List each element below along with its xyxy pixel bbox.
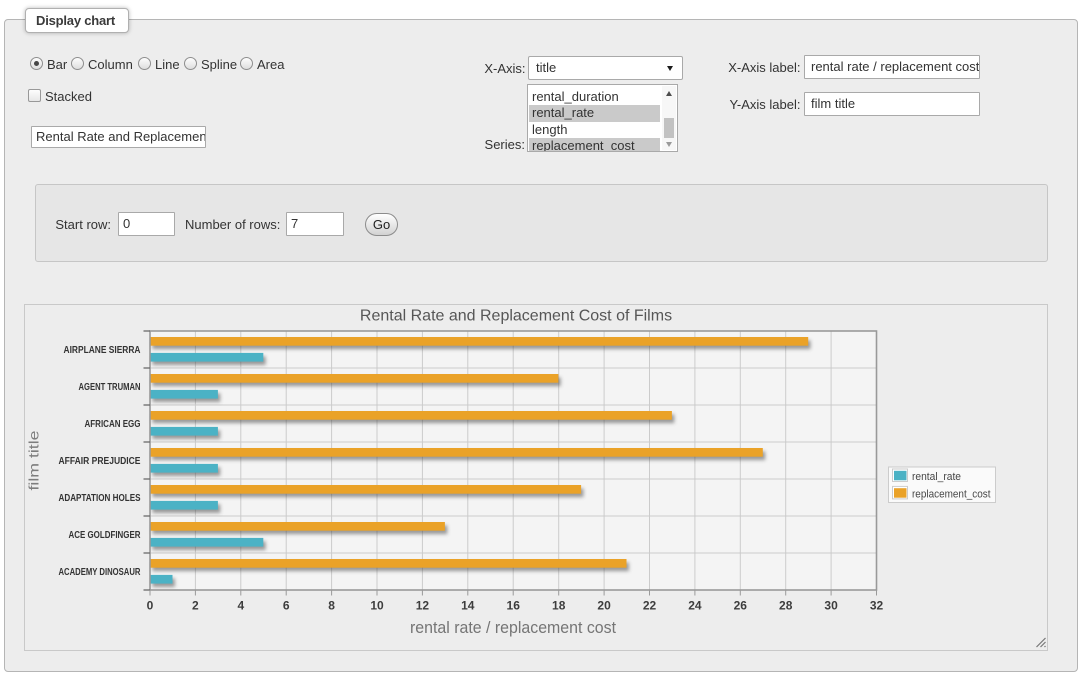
svg-text:22: 22 <box>643 599 657 613</box>
svg-text:ADAPTATION HOLES: ADAPTATION HOLES <box>59 493 141 504</box>
svg-text:film title: film title <box>26 430 42 490</box>
svg-text:AGENT TRUMAN: AGENT TRUMAN <box>79 382 141 393</box>
svg-text:14: 14 <box>461 599 475 613</box>
svg-text:rental_rate: rental_rate <box>912 471 961 483</box>
svg-text:AFRICAN EGG: AFRICAN EGG <box>85 419 141 430</box>
svg-text:18: 18 <box>552 599 566 613</box>
svg-text:28: 28 <box>779 599 793 613</box>
svg-text:ACADEMY DINOSAUR: ACADEMY DINOSAUR <box>59 567 142 578</box>
svg-text:8: 8 <box>328 599 335 613</box>
svg-text:ACE GOLDFINGER: ACE GOLDFINGER <box>69 530 142 541</box>
svg-text:10: 10 <box>370 599 384 613</box>
svg-text:30: 30 <box>824 599 838 613</box>
svg-text:4: 4 <box>237 599 244 613</box>
svg-text:0: 0 <box>147 599 154 613</box>
svg-text:6: 6 <box>283 599 290 613</box>
svg-text:AFFAIR PREJUDICE: AFFAIR PREJUDICE <box>59 456 141 467</box>
svg-text:rental rate / replacement cost: rental rate / replacement cost <box>410 618 616 637</box>
svg-text:16: 16 <box>507 599 521 613</box>
svg-text:26: 26 <box>734 599 748 613</box>
svg-text:AIRPLANE SIERRA: AIRPLANE SIERRA <box>64 345 141 356</box>
svg-text:2: 2 <box>192 599 199 613</box>
svg-text:20: 20 <box>597 599 611 613</box>
svg-text:12: 12 <box>416 599 430 613</box>
svg-text:24: 24 <box>688 599 702 613</box>
svg-text:32: 32 <box>870 599 884 613</box>
svg-text:replacement_cost: replacement_cost <box>912 488 991 500</box>
svg-text:Rental Rate and Replacement Co: Rental Rate and Replacement Cost of Film… <box>360 308 672 325</box>
